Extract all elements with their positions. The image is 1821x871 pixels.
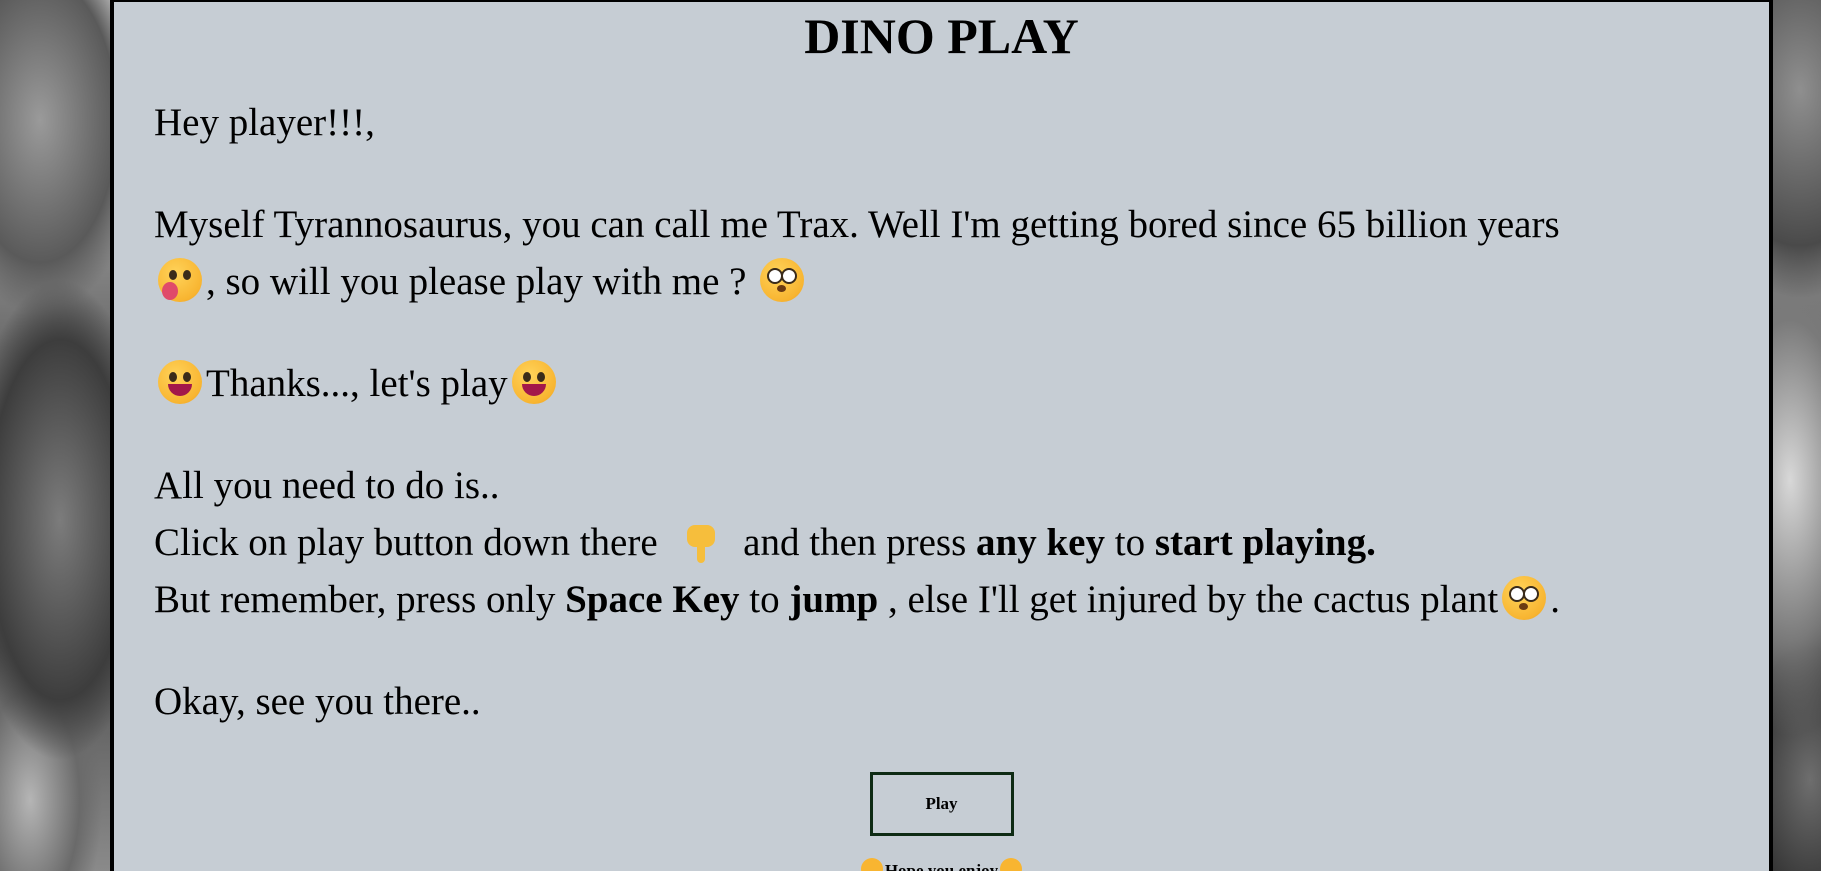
instructions-lead: All you need to do is..: [154, 464, 500, 507]
to-text-2: to: [749, 578, 780, 621]
greeting: Hey player!!!,: [154, 101, 375, 144]
main-panel: DINO PLAY Hey player!!!, Myself Tyrannos…: [110, 0, 1773, 871]
any-key-text: any key: [976, 521, 1105, 564]
click-instruction-middle: and then press: [743, 521, 967, 564]
remember-text: But remember, press only: [154, 578, 556, 621]
backhand-index-pointing-down-icon: [681, 521, 719, 565]
play-button-container: Play: [114, 772, 1769, 836]
intro-paragraph: Myself Tyrannosaurus, you can call me Tr…: [154, 196, 1729, 310]
outro-text: Okay, see you there..: [154, 680, 481, 723]
flushed-face-icon: [760, 258, 805, 302]
grinning-face-icon: [511, 360, 556, 404]
to-text: to: [1114, 521, 1146, 564]
pleading-face-icon: [1502, 576, 1547, 620]
jump-text: jump: [789, 578, 879, 621]
intro-content: Hey player!!!, Myself Tyrannosaurus, you…: [154, 94, 1729, 730]
yawning-face-icon: [158, 258, 202, 302]
start-playing-text: start playing.: [1154, 521, 1376, 564]
smiling-face-icon: [1000, 858, 1023, 871]
thanks-text: Thanks..., let's play: [206, 362, 508, 405]
footer-note: Hope you enjoy: [114, 858, 1769, 871]
intro-line-2: , so will you please play with me ?: [206, 260, 747, 303]
grinning-face-icon: [158, 360, 202, 404]
smiling-face-icon: [860, 858, 883, 871]
instructions: All you need to do is.. Click on play bu…: [154, 457, 1729, 628]
remember-after-text: , else I'll get injured by the cactus pl…: [887, 578, 1499, 621]
intro-line-1: Myself Tyrannosaurus, you can call me Tr…: [154, 203, 1560, 246]
footer-text: Hope you enjoy: [884, 861, 999, 871]
page-title: DINO PLAY: [804, 8, 1079, 64]
space-key-text: Space Key: [565, 578, 740, 621]
period-text: .: [1550, 578, 1560, 621]
click-instruction: Click on play button down there: [154, 521, 658, 564]
play-button[interactable]: Play: [869, 772, 1014, 836]
thanks-line: Thanks..., let's play: [154, 355, 1729, 412]
